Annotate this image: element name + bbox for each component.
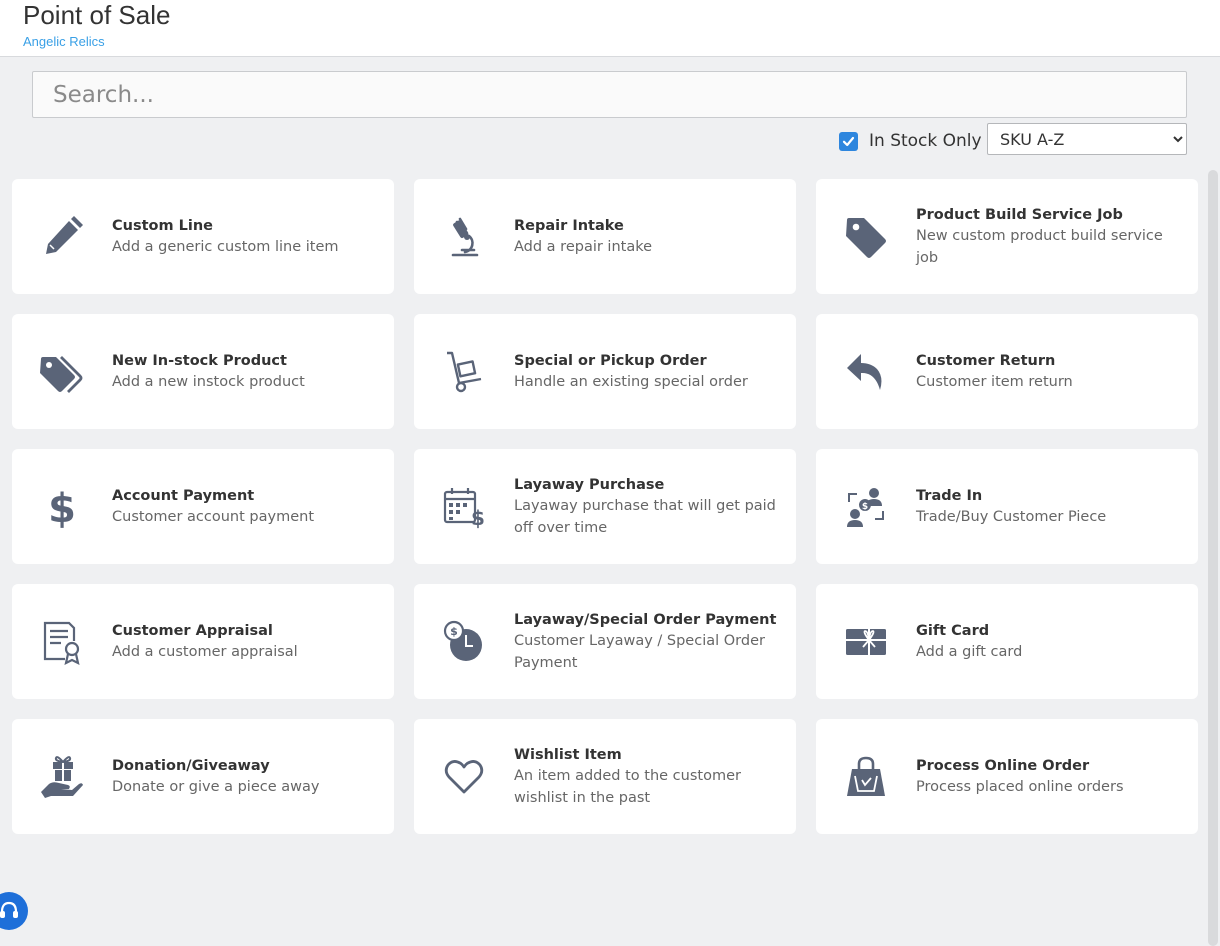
certificate-icon: [12, 584, 112, 699]
action-title: Special or Pickup Order: [514, 352, 707, 369]
gift-card-icon: [816, 584, 916, 699]
action-title: Process Online Order: [916, 757, 1090, 774]
action-card-donation[interactable]: Donation/Giveaway Donate or give a piece…: [12, 719, 394, 834]
microscope-icon: [414, 179, 514, 294]
filter-bar: In Stock Only SKU A-Z: [838, 123, 1188, 155]
reply-arrow-icon: [816, 314, 916, 429]
action-card-gift-card[interactable]: Gift Card Add a gift card: [816, 584, 1198, 699]
checkmark-icon: [842, 136, 855, 147]
action-card-new-in-stock[interactable]: New In-stock Product Add a new instock p…: [12, 314, 394, 429]
heart-icon: [414, 719, 514, 834]
sort-select[interactable]: SKU A-Z: [987, 123, 1187, 155]
action-description: Layaway purchase that will get paid off …: [514, 497, 776, 536]
action-card-wishlist-item[interactable]: Wishlist Item An item added to the custo…: [414, 719, 796, 834]
in-stock-only-checkbox[interactable]: [839, 132, 858, 151]
action-title: Product Build Service Job: [916, 206, 1123, 223]
action-description: Trade/Buy Customer Piece: [916, 508, 1107, 525]
action-description: Donate or give a piece away: [112, 778, 320, 795]
action-card-special-order[interactable]: Special or Pickup Order Handle an existi…: [414, 314, 796, 429]
action-grid: Custom Line Add a generic custom line it…: [12, 179, 1198, 834]
action-title: Wishlist Item: [514, 746, 622, 763]
action-card-custom-line[interactable]: Custom Line Add a generic custom line it…: [12, 179, 394, 294]
action-card-trade-in[interactable]: $ Trade In Trade/Buy Customer Piece: [816, 449, 1198, 564]
page-title: Point of Sale: [23, 0, 171, 30]
action-title: Trade In: [916, 487, 983, 504]
action-title: Layaway Purchase: [514, 476, 665, 493]
calendar-dollar-icon: $: [414, 449, 514, 564]
action-description: Add a gift card: [916, 643, 1023, 660]
action-description: An item added to the customer wishlist i…: [514, 767, 741, 806]
action-card-repair-intake[interactable]: Repair Intake Add a repair intake: [414, 179, 796, 294]
svg-text:$: $: [450, 625, 458, 638]
action-description: Add a repair intake: [514, 238, 653, 255]
action-description: Handle an existing special order: [514, 373, 748, 390]
hand-truck-icon: [414, 314, 514, 429]
in-stock-only-label[interactable]: In Stock Only: [869, 131, 982, 151]
pencil-icon: [12, 179, 112, 294]
action-card-account-payment[interactable]: $ Account Payment Customer account payme…: [12, 449, 394, 564]
top-bar: Point of Sale Angelic Relics: [0, 0, 1220, 57]
tag-icon: [816, 179, 916, 294]
trade-exchange-icon: $: [816, 449, 916, 564]
action-title: Customer Return: [916, 352, 1056, 369]
action-card-customer-return[interactable]: Customer Return Customer item return: [816, 314, 1198, 429]
action-description: Add a new instock product: [112, 373, 305, 390]
tags-icon: [12, 314, 112, 429]
store-name-link[interactable]: Angelic Relics: [23, 34, 105, 49]
shopping-bag-icon: [816, 719, 916, 834]
search-input[interactable]: [32, 71, 1187, 118]
action-card-product-build[interactable]: Product Build Service Job New custom pro…: [816, 179, 1198, 294]
action-description: Customer item return: [916, 373, 1073, 390]
action-card-customer-appraisal[interactable]: Customer Appraisal Add a customer apprai…: [12, 584, 394, 699]
help-chat-button[interactable]: [0, 892, 28, 930]
svg-text:$: $: [471, 506, 485, 530]
action-card-layaway-payment[interactable]: $ Layaway/Special Order Payment Customer…: [414, 584, 796, 699]
scrollbar[interactable]: [1208, 170, 1218, 946]
action-card-online-order[interactable]: Process Online Order Process placed onli…: [816, 719, 1198, 834]
clock-coin-icon: $: [414, 584, 514, 699]
svg-text:$: $: [48, 486, 76, 530]
action-description: New custom product build service job: [916, 227, 1163, 266]
action-title: New In-stock Product: [112, 352, 287, 369]
action-title: Custom Line: [112, 217, 214, 234]
action-card-layaway-purchase[interactable]: $ Layaway Purchase Layaway purchase that…: [414, 449, 796, 564]
action-description: Add a customer appraisal: [112, 643, 298, 660]
support-headset-icon: [0, 901, 18, 918]
action-title: Donation/Giveaway: [112, 757, 270, 774]
svg-text:$: $: [862, 502, 868, 512]
action-title: Repair Intake: [514, 217, 624, 234]
action-title: Gift Card: [916, 622, 990, 639]
action-description: Customer account payment: [112, 508, 315, 525]
action-title: Customer Appraisal: [112, 622, 273, 639]
action-description: Add a generic custom line item: [112, 238, 339, 255]
action-title: Account Payment: [112, 487, 255, 504]
action-description: Customer Layaway / Special Order Payment: [514, 632, 765, 671]
gift-hand-icon: [12, 719, 112, 834]
dollar-icon: $: [12, 449, 112, 564]
action-title: Layaway/Special Order Payment: [514, 611, 777, 628]
action-description: Process placed online orders: [916, 778, 1124, 795]
